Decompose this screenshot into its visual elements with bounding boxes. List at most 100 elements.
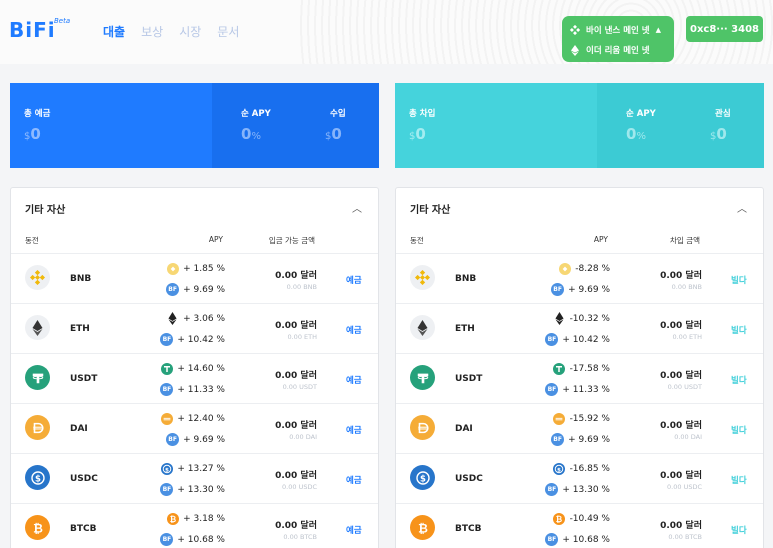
table-row[interactable]: ₿ BTCB ₿ + 3.18 % BF + 10.68 % 0.00 달러 0.00 BTC… <box>11 503 378 548</box>
usdc-mini-icon: $ <box>553 462 566 475</box>
nav-item-docs[interactable]: 문서 <box>217 23 239 40</box>
bifi-reward-apy: BF + 10.68 % <box>545 533 610 546</box>
borrow-button[interactable]: 빌다 <box>731 324 747 336</box>
income-label: 수입 <box>330 109 346 119</box>
amount-token: 0.00 DAI <box>674 433 702 441</box>
usdt-coin-icon <box>410 365 435 390</box>
borrow-asset-panel: 기타 자산 ︿ 동전 APY 차입 금액 BNB -8.28 % BF + 9.69 … <box>395 187 764 548</box>
amount-token: 0.00 BTCB <box>668 533 702 541</box>
bifi-reward-apy: BF + 10.42 % <box>545 333 610 346</box>
amount-token: 0.00 USDT <box>282 383 317 391</box>
bifi-token-icon: BF <box>160 383 174 396</box>
deposit-button[interactable]: 예금 <box>346 474 362 486</box>
table-row[interactable]: $ USDC $ + 13.27 % BF + 13.30 % 0.00 달러 0.00 US… <box>11 453 378 503</box>
deposit-button[interactable]: 예금 <box>346 274 362 286</box>
collapse-chevron-icon[interactable]: ︿ <box>352 200 362 215</box>
deposit-button[interactable]: 예금 <box>346 524 362 536</box>
coin-apy: -17.58 % <box>553 362 610 375</box>
usdt-mini-icon <box>553 362 566 375</box>
column-header-apy: APY <box>593 235 608 244</box>
bnb-mini-icon <box>166 262 179 275</box>
table-row[interactable]: ETH -10.32 % BF + 10.42 % 0.00 달러 0.00 ETH 빌다 <box>396 303 763 353</box>
amount-usd: 0.00 달러 <box>660 421 702 431</box>
deposit-asset-panel: 기타 자산 ︿ 동전 APY 입금 가능 금액 BNB + 1.85 % BF + 9… <box>10 187 379 548</box>
usdc-mini-icon: $ <box>160 462 173 475</box>
table-row[interactable]: BNB + 1.85 % BF + 9.69 % 0.00 달러 0.00 BNB 예금 <box>11 253 378 303</box>
coin-name: ETH <box>455 324 475 334</box>
amount-token: 0.00 DAI <box>289 433 317 441</box>
deposit-button[interactable]: 예금 <box>346 374 362 386</box>
coin-apy: + 3.06 % <box>166 312 225 325</box>
table-row[interactable]: ETH + 3.06 % BF + 10.42 % 0.00 달러 0.00 ETH 예금 <box>11 303 378 353</box>
table-row[interactable]: BNB -8.28 % BF + 9.69 % 0.00 달러 0.00 BNB 빌다 <box>396 253 763 303</box>
bifi-reward-apy: BF + 13.30 % <box>160 483 225 496</box>
btcb-mini-icon: ₿ <box>166 512 179 525</box>
svg-text:₿: ₿ <box>418 521 428 535</box>
borrow-button[interactable]: 빌다 <box>731 374 747 386</box>
panel-title: 기타 자산 <box>410 205 451 216</box>
bnb-coin-icon <box>25 265 50 290</box>
table-row[interactable]: DAI + 12.40 % BF + 9.69 % 0.00 달러 0.00 DAI 예금 <box>11 403 378 453</box>
income-value: $0 <box>325 125 342 143</box>
dai-mini-icon <box>160 412 173 425</box>
borrow-button[interactable]: 빌다 <box>731 524 747 536</box>
deposit-button[interactable]: 예금 <box>346 324 362 336</box>
amount-usd: 0.00 달러 <box>275 421 317 431</box>
borrow-button[interactable]: 빌다 <box>731 274 747 286</box>
bifi-token-icon: BF <box>160 533 174 546</box>
total-borrow-value: $0 <box>409 125 426 143</box>
deposit-net-apy-value: 0% <box>241 125 261 143</box>
usdc-coin-icon: $ <box>25 465 50 490</box>
collapse-chevron-icon[interactable]: ︿ <box>737 200 747 215</box>
table-row[interactable]: USDT -17.58 % BF + 11.33 % 0.00 달러 0.00 USDT 빌… <box>396 353 763 403</box>
coin-apy: $ + 13.27 % <box>160 462 225 475</box>
nav-item-market[interactable]: 시장 <box>179 23 201 40</box>
bifi-logo[interactable]: BiFi <box>9 18 56 42</box>
table-row[interactable]: DAI -15.92 % BF + 9.69 % 0.00 달러 0.00 DAI 빌다 <box>396 403 763 453</box>
panel-title: 기타 자산 <box>25 205 66 216</box>
bifi-token-icon: BF <box>160 333 174 346</box>
bifi-token-icon: BF <box>160 483 174 496</box>
network-option-ethereum[interactable]: 이더 리움 메인 넷 <box>570 44 650 56</box>
nav-item-rewards[interactable]: 보상 <box>141 23 163 40</box>
amount-token: 0.00 BNB <box>671 283 702 291</box>
coin-name: BTCB <box>70 524 97 534</box>
bifi-reward-apy: BF + 10.68 % <box>160 533 225 546</box>
caret-up-icon: ▲ <box>655 26 662 34</box>
network-option-binance[interactable]: 바이 낸스 메인 넷 ▲ <box>570 24 661 36</box>
borrow-button[interactable]: 빌다 <box>731 424 747 436</box>
coin-apy: -10.32 % <box>553 312 610 325</box>
coin-name: BTCB <box>455 524 482 534</box>
coin-name: BNB <box>455 274 477 284</box>
bifi-reward-apy: BF + 13.30 % <box>545 483 610 496</box>
coin-apy: + 14.60 % <box>160 362 225 375</box>
table-row[interactable]: USDT + 14.60 % BF + 11.33 % 0.00 달러 0.00 USDT… <box>11 353 378 403</box>
bifi-reward-apy: BF + 9.69 % <box>166 283 225 296</box>
network-selector[interactable]: 바이 낸스 메인 넷 ▲ 이더 리움 메인 넷 <box>562 16 674 62</box>
eth-coin-icon <box>410 315 435 340</box>
column-header-apy: APY <box>208 235 223 244</box>
amount-token: 0.00 ETH <box>287 333 317 341</box>
amount-token: 0.00 BTCB <box>283 533 317 541</box>
borrow-summary-main: 총 차입 $0 <box>395 83 597 168</box>
nav-item-loan[interactable]: 대출 <box>103 23 125 40</box>
deposit-button[interactable]: 예금 <box>346 424 362 436</box>
interest-value: $0 <box>710 125 727 143</box>
interest-label: 관심 <box>715 109 731 119</box>
coin-name: USDC <box>70 474 98 484</box>
usdt-coin-icon <box>25 365 50 390</box>
svg-text:$: $ <box>165 467 169 473</box>
table-row[interactable]: $ USDC $ -16.85 % BF + 13.30 % 0.00 달러 0.00 USD… <box>396 453 763 503</box>
bifi-reward-apy: BF + 9.69 % <box>551 433 610 446</box>
table-row[interactable]: ₿ BTCB ₿ -10.49 % BF + 10.68 % 0.00 달러 0.00 BTC… <box>396 503 763 548</box>
btcb-coin-icon: ₿ <box>410 515 435 540</box>
borrow-summary-card: 총 차입 $0 순 APY 0% 관심 $0 <box>395 83 764 168</box>
column-header-coin: 동전 <box>410 236 424 245</box>
coin-name: USDT <box>70 374 98 384</box>
borrow-net-apy-label: 순 APY <box>626 109 656 119</box>
coin-name: USDC <box>455 474 483 484</box>
dai-coin-icon <box>410 415 435 440</box>
wallet-address-button[interactable]: 0xc8··· 3408 <box>686 16 763 42</box>
bifi-reward-apy: BF + 9.69 % <box>166 433 225 446</box>
borrow-button[interactable]: 빌다 <box>731 474 747 486</box>
